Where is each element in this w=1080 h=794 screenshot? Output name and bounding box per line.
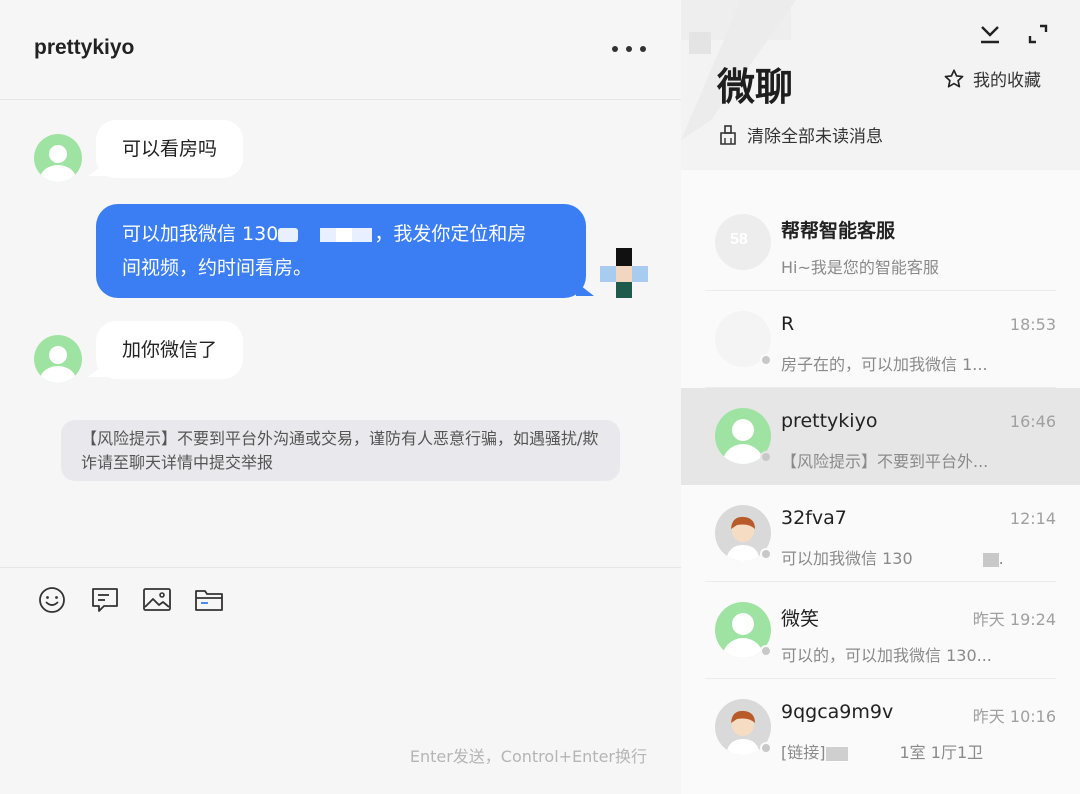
status-dot	[760, 742, 772, 754]
conversation-name: 帮帮智能客服	[781, 220, 896, 242]
message-text-part: 可以加我微信 130	[122, 223, 279, 245]
toolbar-divider	[0, 567, 681, 568]
message-text: 加你微信了	[122, 339, 218, 361]
conversation-name: 9qgca9m9v	[781, 701, 894, 723]
conversation-preview: Hi~我是您的智能客服	[781, 258, 939, 277]
favorites-label: 我的收藏	[973, 71, 1041, 91]
conversation-item[interactable]: 9qgca9m9v 昨天 10:16 [链接] 1室 1厅1卫	[681, 679, 1080, 776]
conversation-preview: 【风险提示】不要到平台外...	[781, 452, 989, 471]
chat-panel: prettykiyo 可以看房吗 可以加我微信 130 ，我发你定位和房 间视频，…	[0, 0, 681, 794]
sidebar-title: 微聊	[717, 65, 794, 109]
favorites-link[interactable]: 我的收藏	[943, 66, 1041, 91]
chat-title: prettykiyo	[34, 36, 135, 59]
expand-icon[interactable]	[1026, 22, 1050, 46]
message-bubble-incoming: 加你微信了	[87, 321, 244, 379]
conversation-time: 12:14	[1009, 509, 1056, 528]
image-icon[interactable]	[142, 585, 172, 615]
conversation-preview: 可以的，可以加我微信 130...	[781, 646, 992, 665]
message-text-part: ，我发你定位和房	[374, 223, 527, 245]
clear-unread-button[interactable]: 清除全部未读消息	[719, 122, 883, 147]
conversation-name: prettykiyo	[781, 410, 878, 432]
emoji-icon[interactable]	[37, 585, 67, 615]
more-options-icon[interactable]	[612, 38, 646, 60]
risk-notice: 【风险提示】不要到平台外沟通或交易，谨防有人恶意行骗，如遇骚扰/欺诈请至聊天详情…	[61, 420, 620, 481]
minimize-icon[interactable]	[978, 22, 1002, 46]
broom-icon	[720, 124, 736, 145]
conversation-name: R	[781, 313, 795, 335]
preview-text: [链接]	[781, 743, 826, 762]
folder-icon[interactable]	[194, 585, 224, 615]
my-avatar[interactable]	[600, 248, 648, 300]
input-hint: Enter发送，Control+Enter换行	[409, 747, 647, 766]
conversation-item-active[interactable]: prettykiyo 16:46 【风险提示】不要到平台外...	[681, 388, 1080, 485]
conversation-time: 昨天 10:16	[972, 707, 1056, 726]
service-avatar: 58	[715, 214, 771, 270]
conversation-item[interactable]: R 18:53 房子在的，可以加我微信 1...	[681, 291, 1080, 388]
conversation-preview: 房子在的，可以加我微信 1...	[781, 355, 988, 374]
conversation-item[interactable]: 微笑 昨天 19:24 可以的，可以加我微信 130...	[681, 582, 1080, 679]
status-dot	[760, 354, 772, 366]
status-dot	[760, 451, 772, 463]
status-dot	[760, 645, 772, 657]
conversation-sidebar: 微聊 我的收藏 清除全部未读消息 58 帮帮智能客服 Hi~我是您的智能客服 R	[681, 0, 1080, 794]
message-bubble-outgoing: 可以加我微信 130 ，我发你定位和房 间视频，约时间看房。	[96, 204, 594, 298]
conversation-item[interactable]: 32fva7 12:14 可以加我微信 130.	[681, 485, 1080, 582]
conversation-name: 微笑	[781, 608, 820, 630]
conversation-time: 16:46	[1009, 412, 1056, 431]
conversation-time: 18:53	[1009, 315, 1056, 334]
contact-avatar[interactable]	[34, 335, 82, 383]
clear-unread-label: 清除全部未读消息	[747, 127, 883, 147]
status-dot	[760, 548, 772, 560]
preview-text: 可以加我微信 130	[781, 549, 913, 568]
redacted-phone	[278, 226, 374, 244]
message-bubble-incoming: 可以看房吗	[87, 120, 244, 178]
quick-reply-icon[interactable]	[90, 585, 120, 615]
conversation-name: 32fva7	[781, 507, 847, 529]
star-icon	[944, 68, 964, 88]
preview-tail: 1室 1厅1卫	[899, 743, 984, 762]
message-text-part: 间视频，约时间看房。	[122, 257, 313, 279]
conversation-item[interactable]: 58 帮帮智能客服 Hi~我是您的智能客服	[681, 194, 1080, 291]
conversation-time: 昨天 19:24	[972, 610, 1056, 629]
chat-header: prettykiyo	[0, 0, 681, 100]
conversation-preview: [链接] 1室 1厅1卫	[781, 739, 1026, 763]
conversation-preview: 可以加我微信 130.	[781, 549, 1004, 568]
contact-avatar[interactable]	[34, 134, 82, 182]
message-text: 可以看房吗	[122, 138, 218, 160]
app-window: prettykiyo 可以看房吗 可以加我微信 130 ，我发你定位和房 间视频，…	[0, 0, 1080, 794]
